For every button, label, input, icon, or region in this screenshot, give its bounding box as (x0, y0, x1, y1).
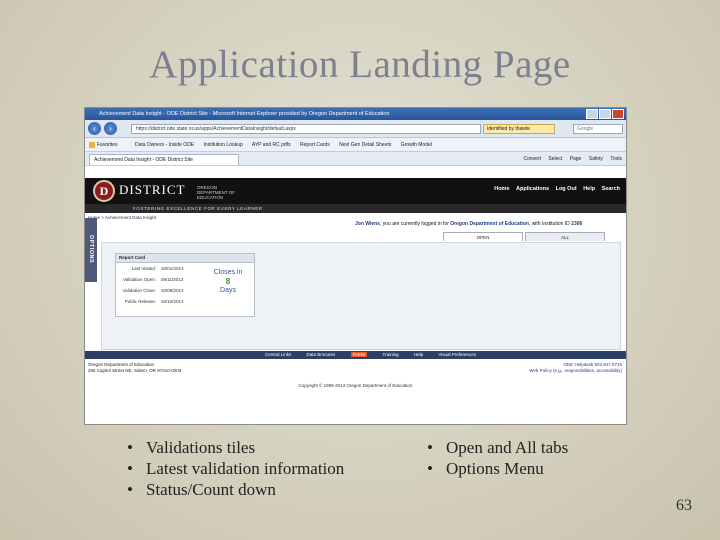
bullet-item: Status/Count down (124, 479, 344, 500)
browser-tab-bar: Achievement Data Insight - ODE District … (85, 152, 626, 166)
bullet-list-right: Open and All tabs Options Menu (424, 437, 568, 479)
bullet-item: Validations tiles (124, 437, 344, 458)
tiles-area: Report Card Last Visited: 10/01/2013 Vali… (101, 242, 621, 350)
footer-nav: Central Links Data Brocures Forms Traini… (85, 351, 626, 359)
favorite-link[interactable]: Next Gen Detail Sheets (339, 142, 391, 148)
tile-header: Report Card (116, 254, 254, 263)
bullet-item: Latest validation information (124, 458, 344, 479)
window-controls (585, 109, 624, 120)
close-button[interactable] (612, 109, 624, 119)
slide-title: Application Landing Page (149, 43, 571, 86)
favorite-link[interactable]: AYP and RC pdfs (252, 142, 291, 148)
window-titlebar: Achievement Data Insight - ODE District … (85, 108, 626, 120)
footer-help: ODE Helpdesk 503.947.5715 Web Policy (e.… (529, 362, 622, 373)
countdown-days: 8 (225, 277, 231, 286)
bullet-list-left: Validations tiles Latest validation info… (124, 437, 344, 500)
footer-link[interactable]: Help (414, 352, 423, 357)
address-bar: ‹ › https://district.ode.state.or.us/app… (85, 120, 626, 138)
footer-address: Oregon Department of Education 255 Capit… (88, 362, 182, 373)
helpdesk-link[interactable]: ODE Helpdesk (563, 362, 593, 367)
nav-applications[interactable]: Applications (516, 186, 549, 192)
favorite-link[interactable]: Institution Lookup (204, 142, 243, 148)
security-identity-badge[interactable]: Identified by thawte (483, 124, 555, 134)
footer-link[interactable]: Forms (350, 352, 368, 357)
copyright: Copyright © 1999-2013 Oregon Department … (298, 383, 413, 388)
page-menu[interactable]: Page (570, 156, 582, 162)
bullet-item: Options Menu (424, 458, 568, 479)
org-name: Oregon Department of Education (450, 221, 529, 227)
browser-screenshot: Achievement Data Insight - ODE District … (84, 107, 627, 425)
back-arrow-icon[interactable]: ‹ (88, 122, 101, 135)
ode-logo-text: OREGON DEPARTMENT OF EDUCATION (197, 185, 236, 200)
tab-open[interactable]: OPEN (443, 232, 523, 241)
main-nav: Home Applications Log Out Help Search (489, 186, 620, 192)
window-title: Achievement Data Insight - ODE District … (99, 111, 390, 117)
footer-link[interactable]: Visual Preferences (438, 352, 476, 357)
footer-link[interactable]: Data Brocures (307, 352, 336, 357)
footer-link[interactable]: Central Links (265, 352, 291, 357)
safety-menu[interactable]: Safety (589, 156, 603, 162)
convert-button[interactable]: Convert (523, 156, 541, 162)
options-label: OPTIONS (88, 234, 94, 264)
command-bar: Convert Select Page Safety Tools (517, 152, 622, 165)
district-logo[interactable]: D (93, 180, 115, 202)
web-policy-link[interactable]: Web Policy (529, 368, 551, 373)
maximize-button[interactable] (599, 109, 611, 119)
browser-tab[interactable]: Achievement Data Insight - ODE District … (89, 154, 239, 165)
minimize-button[interactable] (586, 109, 598, 119)
site-header: D DISTRICT OREGON DEPARTMENT OF EDUCATIO… (85, 178, 626, 204)
institution-id: 2306 (571, 221, 583, 227)
report-card-tile[interactable]: Report Card Last Visited: 10/01/2013 Vali… (115, 253, 255, 317)
favorite-link[interactable]: Report Cards (300, 142, 330, 148)
forward-arrow-icon[interactable]: › (104, 122, 117, 135)
tools-menu[interactable]: Tools (610, 156, 622, 162)
footer-link[interactable]: Training (382, 352, 398, 357)
site-tagline: FOSTERING EXCELLENCE FOR EVERY LEARNER (85, 204, 626, 213)
select-button[interactable]: Select (548, 156, 562, 162)
welcome-message: Jon Wiens, you are currently logged in f… (355, 221, 583, 227)
user-name: Jon Wiens (355, 221, 380, 227)
countdown: Closes in 8 Days (208, 268, 248, 295)
bullet-item: Open and All tabs (424, 437, 568, 458)
nav-help[interactable]: Help (583, 186, 595, 192)
tab-all[interactable]: ALL (525, 232, 605, 241)
site-brand: DISTRICT (119, 182, 186, 197)
page-number: 63 (676, 497, 692, 514)
nav-home[interactable]: Home (494, 186, 509, 192)
favorites-button[interactable]: Favorites (89, 141, 126, 148)
favorite-link[interactable]: Growth Model (401, 142, 432, 148)
favorite-link[interactable]: Data Owners - Inside ODE (135, 142, 194, 148)
options-menu-tab[interactable]: OPTIONS (85, 218, 97, 282)
search-input[interactable]: Google (573, 124, 623, 134)
url-input[interactable]: https://district.ode.state.or.us/apps/Ac… (131, 124, 481, 134)
star-icon (89, 141, 95, 148)
helpdesk-phone: 503.947.5715 (594, 362, 622, 367)
favorites-bar: Favorites Data Owners - Inside ODE Insti… (85, 138, 626, 152)
nav-search[interactable]: Search (602, 186, 620, 192)
nav-logout[interactable]: Log Out (556, 186, 577, 192)
